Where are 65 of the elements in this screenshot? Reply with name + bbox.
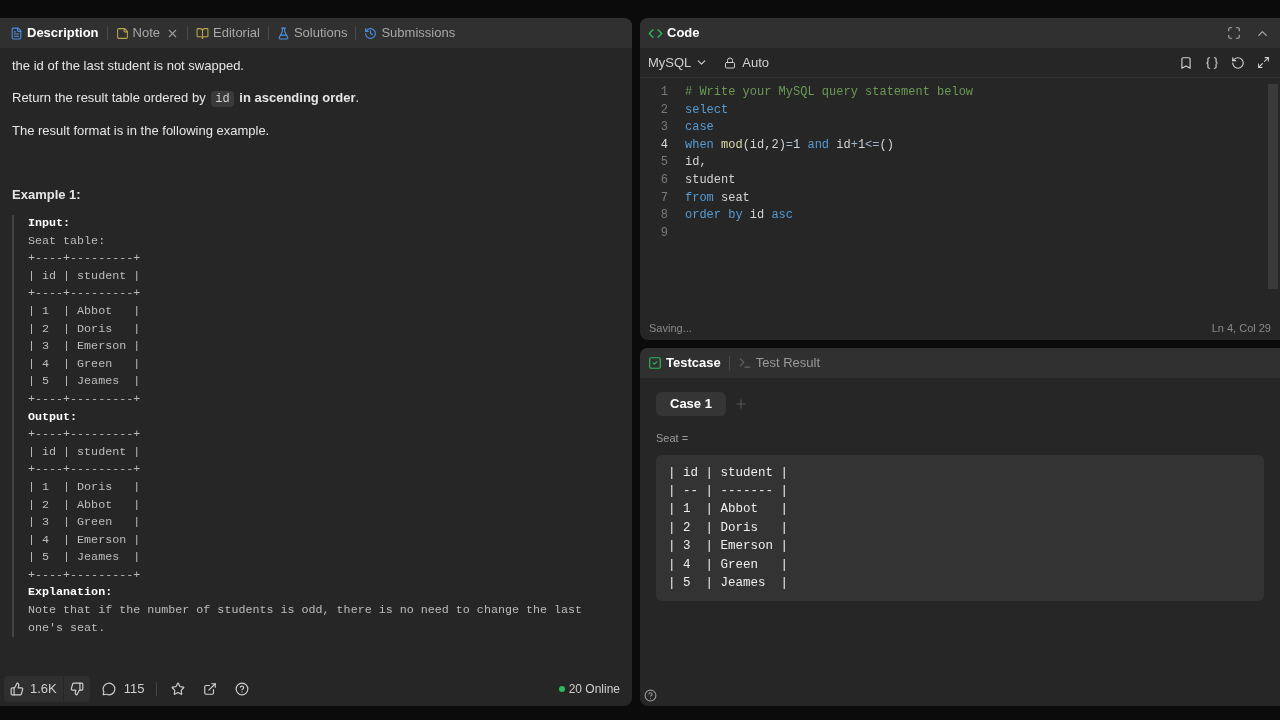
expand-icon[interactable] bbox=[1257, 56, 1270, 69]
panel-tab[interactable]: Submissions bbox=[360, 21, 460, 45]
code-line: select bbox=[685, 101, 730, 119]
case-tab[interactable]: Case 1 bbox=[656, 392, 726, 416]
mode-button[interactable]: Auto bbox=[724, 52, 770, 73]
terminal-icon bbox=[737, 356, 752, 370]
tab-icon bbox=[196, 26, 209, 40]
line-number: 5 bbox=[659, 154, 668, 172]
help-icon[interactable] bbox=[644, 689, 657, 702]
line-number: 1 bbox=[659, 84, 668, 101]
example-label: Explanation: bbox=[28, 584, 114, 602]
reset-icon[interactable] bbox=[1231, 55, 1245, 70]
checkbox-icon bbox=[648, 356, 662, 370]
star-icon[interactable] bbox=[171, 682, 186, 696]
code-line: id, bbox=[685, 154, 708, 172]
line-number: 8 bbox=[659, 207, 668, 225]
tab-icon bbox=[364, 26, 378, 40]
panel-title: Code bbox=[667, 24, 700, 43]
share-icon[interactable] bbox=[203, 682, 218, 696]
example-title: Example 1: bbox=[12, 186, 82, 204]
format-icon[interactable] bbox=[1205, 55, 1219, 70]
like-button[interactable]: 1.6K bbox=[4, 679, 63, 699]
lock-icon bbox=[724, 56, 737, 69]
code-line: order by id asc bbox=[685, 207, 795, 225]
language-select[interactable]: MySQL bbox=[648, 52, 709, 73]
save-status: Saving... bbox=[649, 320, 692, 336]
tab-icon bbox=[276, 26, 290, 40]
thumbs-down-icon bbox=[69, 682, 84, 696]
help-icon[interactable] bbox=[235, 682, 250, 696]
code-line: case bbox=[685, 119, 715, 137]
line-number: 3 bbox=[659, 119, 668, 137]
code-line: student bbox=[685, 171, 737, 189]
comment-icon bbox=[101, 682, 116, 696]
code-line: when mod(id,2)=1 and id+1<=() bbox=[685, 136, 895, 154]
input-label: Seat = bbox=[656, 431, 690, 446]
line-number: 4 bbox=[659, 136, 668, 154]
line-number: 7 bbox=[659, 189, 668, 207]
tab-icon bbox=[115, 26, 129, 40]
example-table: Seat table: +----+---------+ | id | student | +----+---------+ | 1 | Abbot | | 2 | Doris | | 3 | Emerson | | 4 | Green | | 5 | Jeames | +----+---------+ bbox=[28, 232, 620, 409]
example-table: +----+---------+ | id | student | +----+---------+ | 1 | Doris | | 2 | Abbot | | 3 | Green | | 4 | Emerson | | 5 | Jeames | +----+---------+ bbox=[28, 426, 620, 585]
line-number: 6 bbox=[659, 171, 668, 189]
bookmark-icon[interactable] bbox=[1179, 55, 1193, 70]
fullscreen-icon[interactable] bbox=[1227, 26, 1241, 40]
code-line: from seat bbox=[685, 189, 751, 207]
tab-icon bbox=[10, 26, 23, 40]
panel-tab[interactable]: Editorial bbox=[192, 21, 264, 45]
example-explanation: Note that if the number of students is odd, there is no need to change the last one's seat. bbox=[28, 602, 584, 637]
example-label: Input: bbox=[28, 215, 72, 232]
thumbs-up-icon bbox=[10, 682, 24, 696]
input-value: | id | student | | -- | ------- | | 1 | Abbot | | 2 | Doris | | 3 | Emerson | | 4 | Green | | 5 | Jeames | bbox=[656, 454, 1264, 602]
code-line: # Write your MySQL query statement below bbox=[685, 84, 975, 101]
panel-tab[interactable]: Note bbox=[111, 21, 183, 45]
line-number: 2 bbox=[659, 101, 668, 119]
panel-tab[interactable]: Solutions bbox=[272, 21, 352, 45]
description-text: Return the result table ordered by id in ascending order. bbox=[12, 89, 361, 109]
example-label: Output: bbox=[28, 408, 79, 426]
line-number: 9 bbox=[659, 224, 668, 242]
cursor-position: Ln 4, Col 29 bbox=[1211, 320, 1271, 336]
panel-tab[interactable]: Testcase bbox=[648, 353, 721, 373]
description-text: the id of the last student is not swapped. bbox=[12, 57, 245, 75]
description-text: The result format is in the following example. bbox=[12, 122, 271, 140]
panel-tab[interactable]: Description bbox=[6, 21, 103, 45]
panel-tab[interactable]: Test Result bbox=[737, 353, 820, 373]
online-count: 20 Online bbox=[568, 681, 620, 698]
comments-button[interactable]: 115 bbox=[99, 679, 147, 699]
